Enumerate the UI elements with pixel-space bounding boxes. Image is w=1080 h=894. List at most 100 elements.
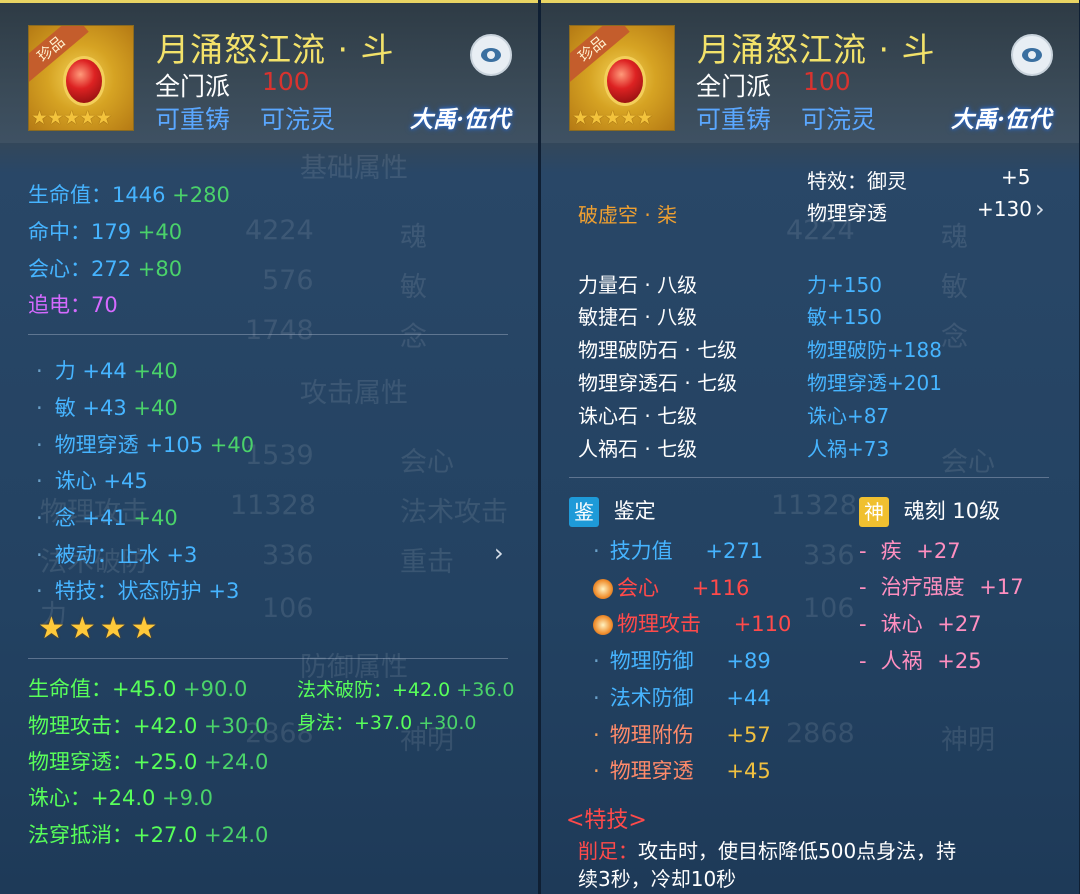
refine-label: 可浣灵: [260, 105, 336, 134]
sect-label: 全门派: [155, 72, 231, 101]
star-rating: ★★★★★: [31, 107, 112, 129]
ghost-text: 念: [941, 322, 968, 353]
attr-row-skill: · 特技：状态防护 +3: [36, 579, 240, 603]
divider: [569, 477, 1049, 478]
item-tooltip-left: 珍品 ★★★★★ 月涌怒江流 · 斗 全门派 100 可重铸 可浣灵 大禹·伍代…: [0, 0, 538, 894]
ghost-text: 攻击属性: [300, 378, 408, 409]
green-stat: 身法：+37.0 +30.0: [297, 712, 477, 734]
identify-stat: · 物理防御 +89: [593, 649, 771, 673]
ghost-text: 会心: [400, 447, 454, 478]
penetration-value: +130: [977, 197, 1032, 221]
ghost-text: 576: [262, 265, 314, 296]
base-stat-crit: 会心：272 +80: [28, 257, 183, 281]
attr-row: · 物理穿透 +105 +40: [36, 433, 255, 457]
gem-effect: 敏+150: [807, 305, 882, 329]
ghost-text: 敏: [941, 272, 968, 303]
identify-stat-special: 物理攻击 +110: [593, 608, 791, 638]
ghost-text: 重击: [400, 547, 454, 578]
skill-description: 削足：攻击时，使目标降低500点身法，持: [578, 839, 957, 863]
recast-label: 可重铸: [155, 105, 231, 134]
gem-name: 物理破防石 · 七级: [578, 338, 738, 362]
green-stat: 法术破防：+42.0 +36.0: [297, 679, 515, 701]
soul-badge-icon: 神: [859, 497, 889, 527]
ghost-text: 基础属性: [300, 153, 408, 184]
sect-label: 全门派: [696, 72, 772, 101]
soul-stat: -疾 +27: [859, 539, 961, 563]
item-icon[interactable]: 珍品 ★★★★★: [569, 25, 675, 131]
green-stat: 法穿抵消：+27.0 +24.0: [28, 823, 269, 847]
identify-stat: · 法术防御 +44: [593, 686, 771, 710]
green-stat: 物理穿透：+25.0 +24.0: [28, 750, 269, 774]
special-effect-value: +5: [1001, 165, 1031, 189]
skill-header: <特技>: [566, 808, 647, 833]
identify-stat: · 物理穿透 +45: [593, 759, 771, 783]
soul-header: 神 魂刻 10级: [859, 495, 1000, 527]
gem-name: 敏捷石 · 八级: [578, 305, 698, 329]
server-logo: 大禹·伍代: [951, 106, 1052, 133]
ghost-text: 106: [803, 593, 855, 624]
item-header: 珍品 ★★★★★ 月涌怒江流 · 斗 全门派 100 可重铸 可浣灵 大禹·伍代: [0, 3, 538, 143]
server-logo: 大禹·伍代: [410, 106, 511, 133]
star-gem-icon: [593, 615, 613, 635]
base-stat-hit: 命中：179 +40: [28, 220, 183, 244]
soul-stat: - 治疗强度 +17: [859, 575, 1024, 599]
recast-label: 可重铸: [696, 105, 772, 134]
identify-badge-icon: 鉴: [569, 497, 599, 527]
ghost-text: 4224: [245, 215, 314, 246]
ghost-text: 2868: [786, 718, 855, 749]
penetration-label: 物理穿透: [807, 201, 887, 225]
special-effect: 特效：御灵: [807, 169, 907, 193]
identify-header: 鉴 鉴定: [569, 495, 656, 527]
level-requirement: 100: [803, 67, 851, 96]
ghost-text: 法术攻击: [400, 497, 508, 528]
attr-row: · 念 +41 +40: [36, 506, 178, 530]
gem-effect: 物理穿透+201: [807, 371, 942, 395]
gem-effect: 力+150: [807, 273, 882, 297]
attr-row-passive: · 被动：止水 +3: [36, 543, 198, 567]
item-tooltip-right: 珍品 ★★★★★ 月涌怒江流 · 斗 全门派 100 可重铸 可浣灵 大禹·伍代…: [541, 0, 1079, 894]
skill-description-cont: 续3秒，冷却10秒: [578, 867, 737, 891]
item-title: 月涌怒江流 · 斗: [156, 30, 395, 69]
ghost-text: 敏: [400, 272, 427, 303]
refine-label: 可浣灵: [801, 105, 877, 134]
gem-name: 物理穿透石 · 七级: [578, 371, 738, 395]
attr-row: · 力 +44 +40: [36, 359, 178, 383]
identify-stat-special: 会心 +116: [593, 572, 749, 602]
star-rating: ★★★★★: [572, 107, 653, 129]
gem-name: 人祸石 · 七级: [578, 437, 698, 461]
ghost-text: 魂: [400, 222, 427, 253]
ghost-text: 1539: [245, 440, 314, 471]
base-stat-hp: 生命值：1446 +280: [28, 183, 230, 207]
item-header: 珍品 ★★★★★ 月涌怒江流 · 斗 全门派 100 可重铸 可浣灵 大禹·伍代: [541, 3, 1079, 143]
gem-effect: 物理破防+188: [807, 338, 942, 362]
gem-name: 诛心石 · 七级: [578, 404, 698, 428]
chevron-right-icon[interactable]: ›: [1035, 195, 1045, 223]
ghost-text: 106: [262, 593, 314, 624]
gem-icon: [63, 56, 105, 106]
ghost-text: 336: [803, 540, 855, 571]
divider: [28, 334, 508, 335]
ghost-text: 336: [262, 540, 314, 571]
identify-stat: · 技力值 +271: [593, 539, 764, 563]
gem-effect: 人祸+73: [807, 437, 890, 461]
set-name: 破虚空 · 柒: [578, 203, 678, 227]
view-eye-icon[interactable]: [1011, 34, 1053, 76]
item-icon[interactable]: 珍品 ★★★★★: [28, 25, 134, 131]
green-stat: 诛心：+24.0 +9.0: [28, 786, 214, 810]
identify-stat: · 物理附伤 +57: [593, 723, 771, 747]
soul-stat: - 诛心 +27: [859, 612, 982, 636]
view-eye-icon[interactable]: [470, 34, 512, 76]
star-gem-icon: [593, 579, 613, 599]
ghost-text: 神明: [941, 725, 995, 756]
chevron-right-icon[interactable]: ›: [494, 539, 504, 567]
soul-stat: - 人祸 +25: [859, 649, 982, 673]
ghost-text: 11328: [771, 490, 857, 521]
gem-effect: 诛心+87: [807, 404, 890, 428]
base-stat-chase: 追电：70: [28, 293, 118, 317]
attr-row: · 诛心 +45: [36, 469, 148, 493]
gem-icon: [604, 56, 646, 106]
green-stat: 物理攻击：+42.0 +30.0: [28, 714, 269, 738]
green-stat: 生命值：+45.0 +90.0: [28, 677, 248, 701]
attr-row: · 敏 +43 +40: [36, 396, 178, 420]
ghost-text: 会心: [941, 447, 995, 478]
